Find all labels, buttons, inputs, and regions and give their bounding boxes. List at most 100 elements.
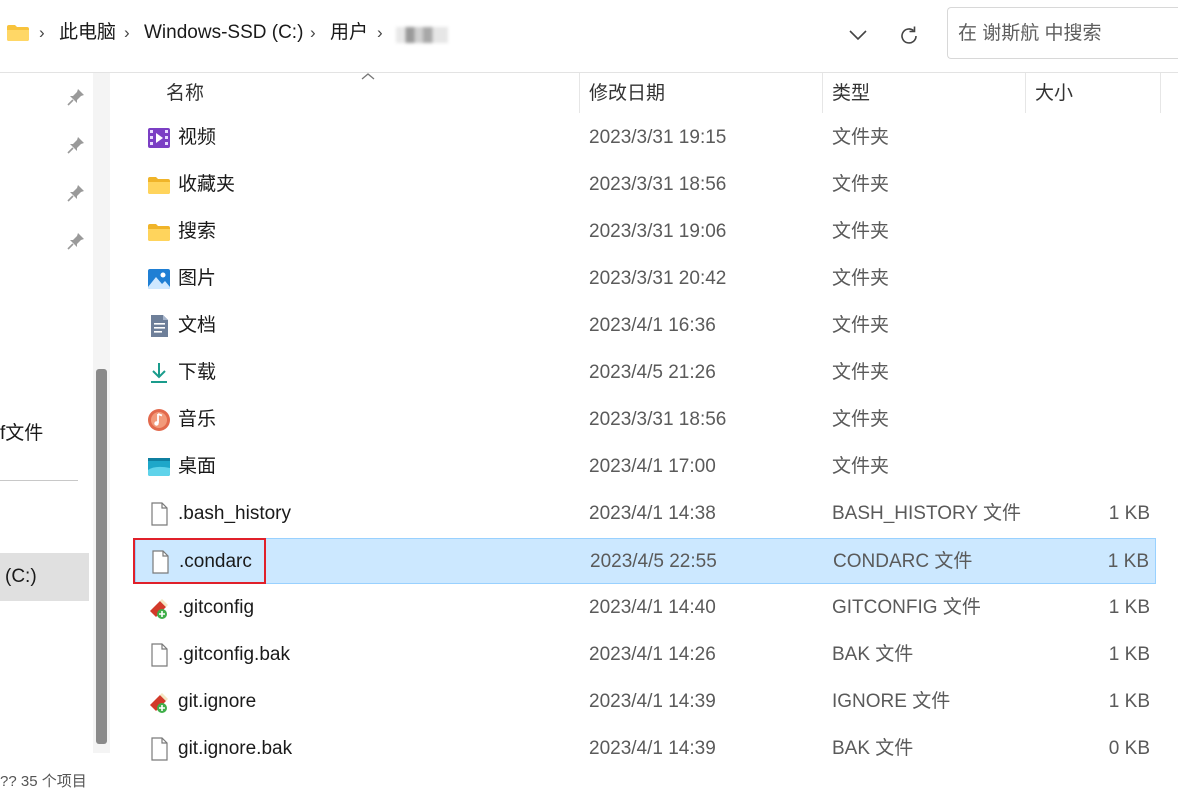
documents-folder-icon (147, 314, 171, 338)
file-name: 音乐 (178, 409, 217, 430)
column-header-date[interactable]: 修改日期 (589, 82, 665, 106)
file-row[interactable]: 视频 2023/3/31 19:15 文件夹 (135, 115, 1156, 161)
file-name: .gitconfig (178, 597, 255, 618)
chevron-right-icon: › (39, 23, 45, 42)
file-date: 2023/4/5 21:26 (589, 362, 716, 383)
breadcrumb-this-pc[interactable]: 此电脑 (59, 20, 116, 46)
file-date: 2023/3/31 18:56 (589, 174, 727, 195)
chevron-down-icon[interactable] (848, 29, 868, 41)
breadcrumb-users[interactable]: 用户 (330, 20, 368, 46)
file-row[interactable]: 音乐 2023/3/31 18:56 文件夹 (135, 397, 1156, 443)
file-row-selected[interactable]: .condarc 2023/4/5 22:55 CONDARC 文件 1 KB (135, 538, 1156, 584)
file-row[interactable]: 桌面 2023/4/1 17:00 文件夹 (135, 444, 1156, 490)
file-name: 收藏夹 (178, 174, 236, 195)
file-date: 2023/4/5 22:55 (590, 551, 717, 572)
chevron-right-icon: › (310, 23, 316, 42)
file-type: BAK 文件 (832, 738, 914, 759)
file-size: 0 KB (1108, 738, 1150, 759)
pin-icon[interactable] (66, 87, 86, 107)
file-row[interactable]: 图片 2023/3/31 20:42 文件夹 (135, 256, 1156, 302)
file-date: 2023/3/31 19:06 (589, 221, 727, 242)
file-type: 文件夹 (832, 456, 890, 477)
file-name: 视频 (178, 127, 217, 148)
file-type: 文件夹 (832, 409, 890, 430)
column-header-size[interactable]: 大小 (1035, 82, 1073, 106)
file-size: 1 KB (1108, 597, 1150, 618)
file-date: 2023/4/1 16:36 (589, 315, 716, 336)
file-type: GITCONFIG 文件 (832, 597, 981, 618)
folder-icon (7, 25, 29, 41)
file-type: 文件夹 (832, 127, 890, 148)
file-size: 1 KB (1108, 691, 1150, 712)
search-placeholder: 在 谢斯航 中搜索 (958, 23, 1102, 44)
sort-ascending-icon (361, 73, 375, 80)
breadcrumb-user-redacted[interactable] (396, 27, 448, 43)
git-file-icon (147, 690, 171, 714)
search-input[interactable]: 在 谢斯航 中搜索 (947, 7, 1178, 59)
file-row[interactable]: 文档 2023/4/1 16:36 文件夹 (135, 303, 1156, 349)
file-type: 文件夹 (832, 362, 890, 383)
chevron-right-icon: › (377, 23, 383, 42)
file-type: 文件夹 (832, 174, 890, 195)
desktop-folder-icon (147, 455, 171, 479)
file-date: 2023/4/1 14:39 (589, 691, 716, 712)
file-name: 搜索 (178, 221, 217, 242)
column-separator[interactable] (822, 73, 823, 113)
refresh-icon[interactable] (897, 24, 921, 48)
column-header-name[interactable]: 名称 (166, 82, 204, 106)
column-separator[interactable] (579, 73, 580, 113)
file-row[interactable]: .bash_history 2023/4/1 14:38 BASH_HISTORY … (135, 491, 1156, 537)
file-date: 2023/4/1 14:26 (589, 644, 716, 665)
chevron-right-icon: › (124, 23, 130, 42)
file-name: git.ignore (178, 691, 257, 712)
column-header-type[interactable]: 类型 (832, 82, 870, 106)
file-row[interactable]: .gitconfig.bak 2023/4/1 14:26 BAK 文件 1 KB (135, 632, 1156, 678)
column-separator[interactable] (1025, 73, 1026, 113)
address-bar[interactable]: › 此电脑 › Windows-SSD (C:) › 用户 › (0, 7, 935, 59)
videos-folder-icon (147, 126, 171, 150)
file-date: 2023/4/1 14:38 (589, 503, 716, 524)
file-name: .gitconfig.bak (178, 644, 290, 665)
pin-icon[interactable] (66, 135, 86, 155)
annotation-highlight-box (133, 538, 266, 584)
file-name: 文档 (178, 315, 217, 336)
music-folder-icon (147, 408, 171, 432)
file-name: 下载 (178, 362, 217, 383)
breadcrumb-drive[interactable]: Windows-SSD (C:) (144, 20, 303, 46)
file-row[interactable]: git.ignore.bak 2023/4/1 14:39 BAK 文件 0 KB (135, 726, 1156, 772)
nav-drive-label: (C:) (5, 566, 37, 587)
file-row[interactable]: 下载 2023/4/5 21:26 文件夹 (135, 350, 1156, 396)
file-date: 2023/3/31 18:56 (589, 409, 727, 430)
file-type: BASH_HISTORY 文件 (832, 503, 1022, 524)
file-type: 文件夹 (832, 268, 890, 289)
file-name: .bash_history (178, 503, 292, 524)
nav-scrollbar-thumb[interactable] (96, 369, 107, 744)
file-type: BAK 文件 (832, 644, 914, 665)
nav-divider (0, 480, 78, 481)
nav-item-label[interactable]: f文件 (0, 423, 43, 445)
file-icon (147, 643, 171, 667)
pictures-folder-icon (147, 267, 171, 291)
folder-icon (147, 173, 171, 197)
file-date: 2023/3/31 19:15 (589, 127, 727, 148)
nav-item-drive-c[interactable]: (C:) (0, 553, 89, 601)
file-date: 2023/4/1 17:00 (589, 456, 716, 477)
file-name: git.ignore.bak (178, 738, 293, 759)
download-folder-icon (147, 361, 171, 385)
column-separator[interactable] (1160, 73, 1161, 113)
file-type: IGNORE 文件 (832, 691, 951, 712)
file-row[interactable]: .gitconfig 2023/4/1 14:40 GITCONFIG 文件 1 KB (135, 585, 1156, 631)
file-date: 2023/3/31 20:42 (589, 268, 727, 289)
file-row[interactable]: 搜索 2023/3/31 19:06 文件夹 (135, 209, 1156, 255)
pin-icon[interactable] (66, 231, 86, 251)
pin-icon[interactable] (66, 183, 86, 203)
toolbar-divider (0, 72, 1178, 73)
git-file-icon (147, 596, 171, 620)
file-icon (147, 737, 171, 761)
file-size: 1 KB (1107, 551, 1149, 572)
file-type: 文件夹 (832, 221, 890, 242)
folder-icon (147, 220, 171, 244)
file-row[interactable]: 收藏夹 2023/3/31 18:56 文件夹 (135, 162, 1156, 208)
file-size: 1 KB (1108, 644, 1150, 665)
file-row[interactable]: git.ignore 2023/4/1 14:39 IGNORE 文件 1 KB (135, 679, 1156, 725)
